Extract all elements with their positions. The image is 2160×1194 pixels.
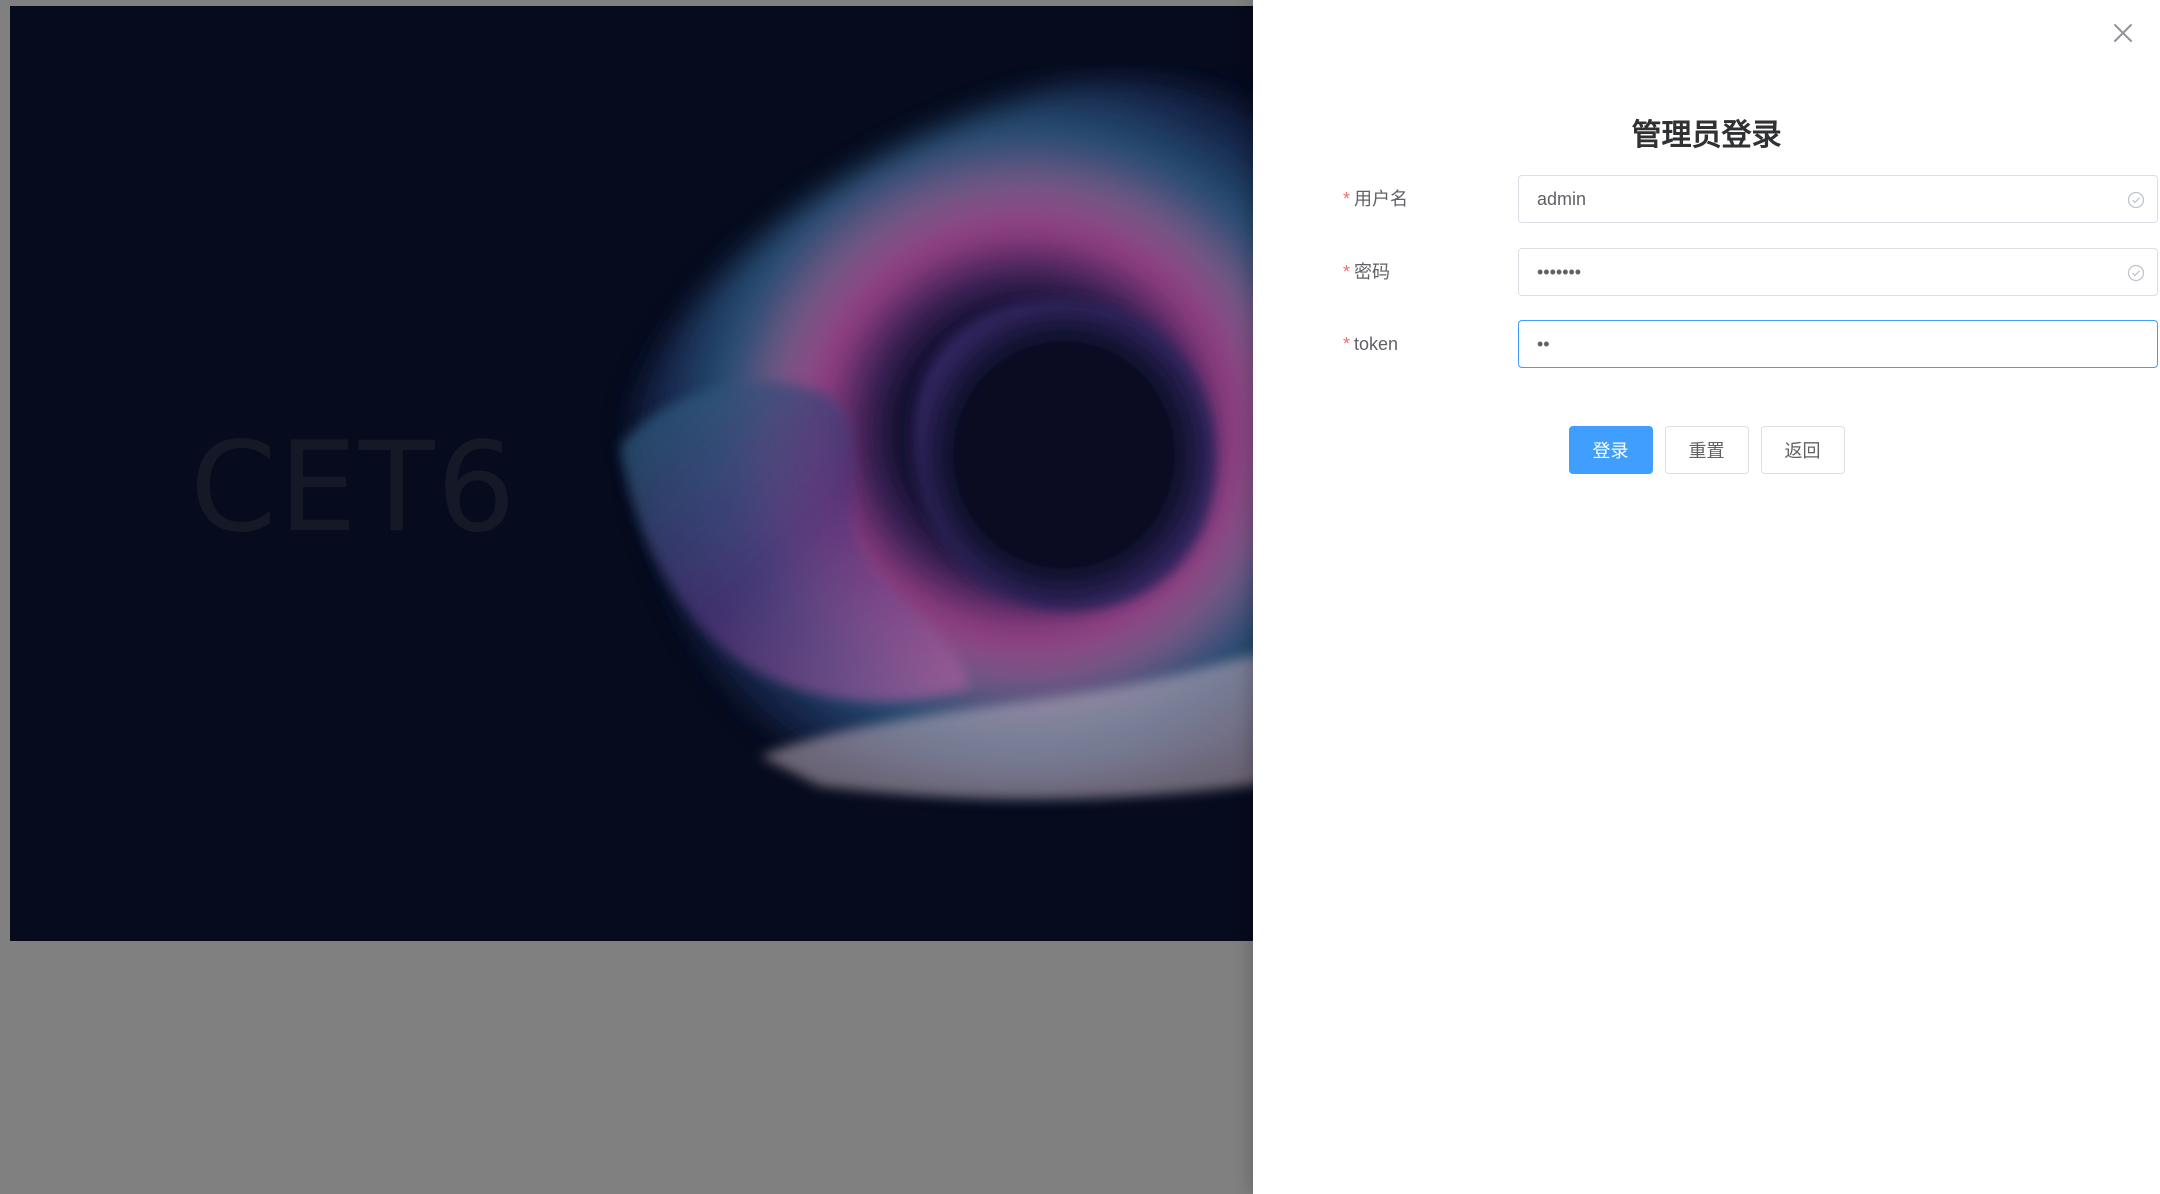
back-button[interactable]: 返回: [1760, 426, 1845, 474]
abstract-blob-graphic: [590, 66, 1255, 826]
token-field[interactable]: [1518, 320, 2158, 368]
password-row: * 密码: [1343, 248, 2158, 296]
password-field[interactable]: [1518, 248, 2158, 296]
password-label: * 密码: [1343, 248, 1390, 296]
hero-banner: CET6: [10, 6, 1255, 941]
username-label: * 用户名: [1343, 175, 1408, 223]
login-drawer: 管理员登录 *用户名 *密码: [1253, 0, 2160, 1194]
close-icon[interactable]: [2110, 20, 2136, 46]
username-row: * 用户名: [1343, 175, 2158, 223]
username-input[interactable]: [1519, 176, 2097, 222]
login-button[interactable]: 登录: [1568, 426, 1653, 474]
username-field[interactable]: [1518, 175, 2158, 223]
required-mark: *: [1343, 262, 1351, 282]
form-actions: 登录 重置 返回: [1253, 426, 2160, 474]
password-label-text: 密码: [1354, 262, 1391, 282]
reset-button[interactable]: 重置: [1664, 426, 1749, 474]
token-row: * token: [1343, 320, 2158, 368]
token-label-text: token: [1354, 334, 1399, 354]
required-mark: *: [1343, 334, 1351, 354]
hero-title: CET6: [190, 416, 518, 560]
check-circle-icon: [2127, 191, 2145, 209]
drawer-title: 管理员登录: [1631, 119, 1782, 152]
password-input[interactable]: [1519, 249, 2097, 295]
username-label-text: 用户名: [1354, 189, 1409, 209]
page: CET6 管理员登录 * 用户名 admin * 密码 ••••••• * to…: [0, 0, 2160, 1194]
token-input[interactable]: [1519, 321, 2097, 367]
token-label: * token: [1343, 320, 1398, 368]
required-mark: *: [1343, 189, 1351, 209]
check-circle-icon: [2127, 264, 2145, 282]
